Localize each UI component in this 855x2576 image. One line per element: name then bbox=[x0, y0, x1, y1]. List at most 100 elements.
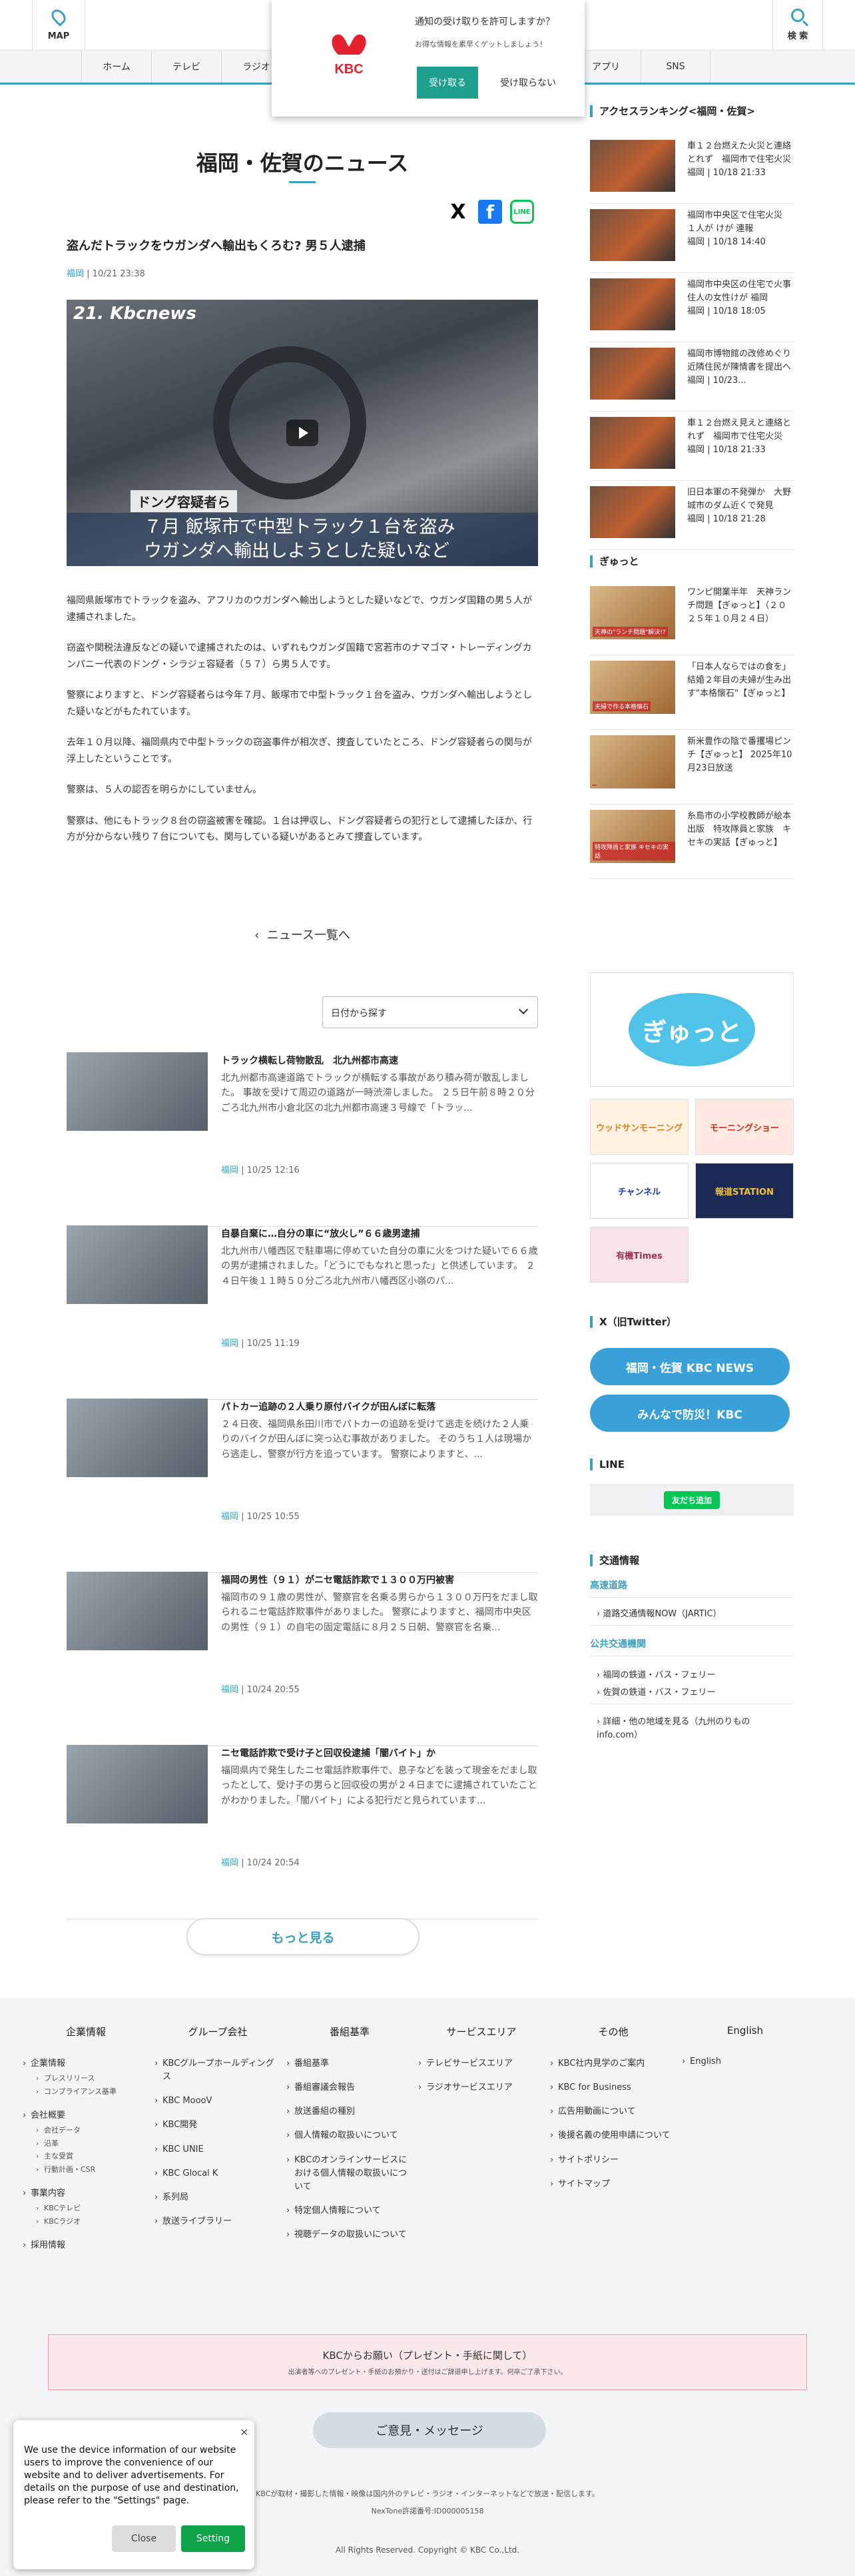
news-category[interactable]: 福岡 bbox=[221, 1339, 238, 1349]
line-add-friend[interactable]: 友だち追加 bbox=[590, 1484, 794, 1516]
gyutto-thumbnail[interactable]: 特攻隊員と家族 キセキの実話 bbox=[590, 810, 675, 863]
footer-link[interactable]: サイトマップ bbox=[550, 2178, 677, 2191]
news-thumbnail[interactable] bbox=[67, 1745, 208, 1823]
news-title[interactable]: ニセ電話詐欺で受け子と回収役逮捕「闇バイト」か bbox=[221, 1746, 538, 1760]
ranking-title[interactable]: 福岡市博物館の改修めぐり近隣住民が陳情書を提出へ bbox=[687, 348, 794, 374]
ranking-item[interactable]: 福岡市中央区の住宅で火事 住人の女性けが 福岡 福岡 | 10/18 18:05 bbox=[590, 278, 800, 342]
jartic-link[interactable]: › 道路交通情報NOW（JARTIC） bbox=[597, 1606, 722, 1619]
banner-yuki-times[interactable]: 有機Times bbox=[590, 1227, 689, 1283]
footer-link[interactable]: 採用情報 bbox=[23, 2239, 149, 2252]
nav-item[interactable]: ホーム bbox=[81, 51, 151, 83]
footer-link[interactable]: 視聴データの取扱いについて bbox=[286, 2228, 413, 2242]
cookie-setting-button[interactable]: Setting bbox=[181, 2525, 245, 2552]
footer-link[interactable]: 放送ライブラリー bbox=[154, 2215, 281, 2228]
ranking-title[interactable]: 旧日本軍の不発弾か 大野城市のダム近くで発見 bbox=[687, 486, 794, 513]
gyutto-title[interactable]: ワンピ開業半年 天神ランチ問題【ぎゅっと】（２０２５年１０月２４日） bbox=[687, 586, 794, 626]
footer-sub-link[interactable]: 会社データ bbox=[23, 2124, 149, 2137]
footer-link[interactable]: KBCのオンラインサービスにおける個人情報の取扱いについて bbox=[286, 2154, 413, 2194]
close-icon[interactable]: × bbox=[240, 2425, 248, 2438]
gyutto-item[interactable]: 夫婦で作る本格懐石 「日本人ならではの食を」結婚２年目の夫婦が生み出す"本格懐石"… bbox=[590, 661, 794, 730]
present-notice[interactable]: KBCからお願い（プレゼント・手紙に関して） 出演者等へのプレゼント・手紙のお預… bbox=[48, 2334, 807, 2390]
footer-link[interactable]: ラジオサービスエリア bbox=[418, 2081, 545, 2094]
gyutto-title[interactable]: 糸島市の小学校教師が絵本出版 特攻隊員と家族 キセキの実話【ぎゅっと】 bbox=[687, 810, 794, 850]
ranking-item[interactable]: 車１２台燃えた火災と連絡とれず 福岡市で住宅火災 福岡 | 10/18 21:33 bbox=[590, 140, 794, 204]
footer-link[interactable]: 会社概要 bbox=[23, 2109, 149, 2122]
footer-sub-link[interactable]: 沿革 bbox=[23, 2137, 149, 2150]
footer-link[interactable]: 個人情報の取扱いについて bbox=[286, 2129, 413, 2142]
banner-morning-show[interactable]: モーニングショー bbox=[695, 1099, 794, 1155]
saga-transit-link[interactable]: › 佐賀の鉄道・バス・フェリー bbox=[597, 1685, 715, 1698]
news-list-item[interactable]: 自暴自棄に…自分の車に“放火し”６６歳男逮捕 北九州市八幡西区で駐車場に停めていた… bbox=[67, 1225, 538, 1400]
opinion-button[interactable]: ご意見・メッセージ bbox=[313, 2412, 546, 2448]
news-title[interactable]: 自暴自棄に…自分の車に“放火し”６６歳男逮捕 bbox=[221, 1227, 538, 1240]
footer-link[interactable]: 事業内容 bbox=[23, 2187, 149, 2200]
footer-link[interactable]: KBC MoooV bbox=[154, 2094, 281, 2108]
footer-sub-link[interactable]: プレスリリース bbox=[23, 2072, 149, 2085]
article-category[interactable]: 福岡 bbox=[67, 269, 84, 279]
nav-item[interactable]: テレビ bbox=[151, 51, 221, 83]
date-select[interactable]: 日付から探す bbox=[322, 996, 538, 1028]
news-thumbnail[interactable] bbox=[67, 1052, 208, 1131]
footer-link[interactable]: 特定個人情報について bbox=[286, 2204, 413, 2218]
footer-link[interactable]: 企業情報 bbox=[23, 2057, 149, 2071]
footer-link[interactable]: サイトポリシー bbox=[550, 2154, 677, 2167]
share-x-icon[interactable]: X bbox=[446, 200, 470, 224]
news-category[interactable]: 福岡 bbox=[221, 1165, 238, 1175]
footer-link[interactable]: KBC for Business bbox=[550, 2081, 677, 2094]
ranking-thumbnail[interactable] bbox=[590, 140, 675, 192]
ranking-title[interactable]: 福岡市中央区で住宅火災 １人が けが 連報 bbox=[687, 209, 794, 236]
gyutto-item[interactable]: 天神の"ランチ問題"解決!? ワンピ開業半年 天神ランチ問題【ぎゅっと】（２０２５… bbox=[590, 586, 794, 655]
footer-link[interactable]: 広告用動画について bbox=[550, 2105, 677, 2118]
news-category[interactable]: 福岡 bbox=[221, 1685, 238, 1695]
footer-link[interactable]: English bbox=[682, 2055, 808, 2069]
cookie-close-button[interactable]: Close bbox=[112, 2525, 176, 2552]
news-title[interactable]: トラック横転し荷物散乱 北九州都市高速 bbox=[221, 1054, 538, 1067]
news-list-item[interactable]: 福岡の男性（９１）がニセ電話詐欺で１３００万円被害 福岡市の９１歳の男性が、警察官… bbox=[67, 1572, 538, 1746]
banner-houdou-station[interactable]: 報道STATION bbox=[695, 1163, 794, 1219]
nav-item[interactable]: SNS bbox=[641, 51, 711, 83]
ranking-thumbnail[interactable] bbox=[590, 417, 675, 469]
news-list-item[interactable]: ニセ電話詐欺で受け子と回収役逮捕「闇バイト」か 福岡県内で発生したニセ電話詐欺事件… bbox=[67, 1745, 538, 1919]
gyutto-title[interactable]: 新米豊作の陰で番攫場ピンチ【ぎゅっと】 2025年10月23日放送 bbox=[687, 735, 794, 775]
footer-link[interactable]: KBC開発 bbox=[154, 2118, 281, 2132]
ranking-thumbnail[interactable] bbox=[590, 209, 675, 261]
ranking-thumbnail[interactable] bbox=[590, 486, 675, 538]
news-list-item[interactable]: トラック横転し荷物散乱 北九州都市高速 北九州都市高速道路でトラックが横転する事故… bbox=[67, 1052, 538, 1227]
ranking-item[interactable]: 福岡市博物館の改修めぐり近隣住民が陳情書を提出へ 福岡 | 10/23... bbox=[590, 348, 794, 412]
gyutto-item[interactable]: 新米豊作の陰で番攫場ピンチ【ぎゅっと】 2025年10月23日放送 bbox=[590, 735, 794, 805]
fukuoka-transit-link[interactable]: › 福岡の鉄道・バス・フェリー bbox=[597, 1668, 715, 1680]
banner-channel[interactable]: チャンネル bbox=[590, 1163, 689, 1219]
ranking-thumbnail[interactable] bbox=[590, 348, 675, 400]
news-list-item[interactable]: パトカー追跡の２人乗り原付バイクが田んぼに転落 ２４日夜、福岡県糸田川市でパトカー… bbox=[67, 1399, 538, 1573]
ranking-item[interactable]: 旧日本軍の不発弾か 大野城市のダム近くで発見 福岡 | 10/18 21:28 bbox=[590, 486, 794, 550]
share-facebook-icon[interactable]: f bbox=[478, 200, 502, 224]
footer-link[interactable]: KBC社内見学のご案内 bbox=[550, 2057, 677, 2071]
footer-link[interactable]: 放送番組の種別 bbox=[286, 2105, 413, 2118]
footer-link[interactable]: KBC Glocal K bbox=[154, 2167, 281, 2180]
ranking-thumbnail[interactable] bbox=[590, 278, 675, 330]
footer-link[interactable]: 後援名義の使用申請について bbox=[550, 2129, 677, 2142]
ranking-item[interactable]: 車１２台燃え見えと連絡とれず 福岡市で住宅火災 福岡 | 10/18 21:33 bbox=[590, 417, 794, 481]
ranking-title[interactable]: 福岡市中央区の住宅で火事 住人の女性けが 福岡 bbox=[687, 278, 800, 305]
footer-link[interactable]: 系列局 bbox=[154, 2191, 281, 2204]
news-thumbnail[interactable] bbox=[67, 1572, 208, 1650]
news-title[interactable]: パトカー追跡の２人乗り原付バイクが田んぼに転落 bbox=[221, 1400, 538, 1413]
gyutto-banner[interactable]: ぎゅっと bbox=[590, 972, 794, 1087]
x-kbc-news-button[interactable]: 福岡・佐賀 KBC NEWS bbox=[590, 1348, 790, 1385]
footer-sub-link[interactable]: 主な受賞 bbox=[23, 2150, 149, 2163]
play-icon[interactable] bbox=[286, 420, 318, 446]
banner-wood-morning[interactable]: ウッドサンモーニング bbox=[590, 1099, 689, 1155]
gyutto-thumbnail[interactable]: 夫婦で作る本格懐石 bbox=[590, 661, 675, 714]
more-button[interactable]: もっと見る bbox=[186, 1918, 420, 1955]
gyutto-item[interactable]: 特攻隊員と家族 キセキの実話 糸島市の小学校教師が絵本出版 特攻隊員と家族 キセキ… bbox=[590, 810, 794, 879]
news-title[interactable]: 福岡の男性（９１）がニセ電話詐欺で１３００万円被害 bbox=[221, 1573, 538, 1586]
accept-button[interactable]: 受け取る bbox=[417, 67, 478, 99]
share-line-icon[interactable]: LINE bbox=[510, 200, 534, 224]
x-bousai-button[interactable]: みんなで防災！KBC bbox=[590, 1395, 790, 1432]
ranking-title[interactable]: 車１２台燃え見えと連絡とれず 福岡市で住宅火災 bbox=[687, 417, 794, 444]
article-video[interactable]: 21. Kbcnews ドング容疑者ら ７月 飯塚市で中型トラック１台を盗み ウ… bbox=[67, 300, 538, 566]
gyutto-thumbnail[interactable]: 天神の"ランチ問題"解決!? bbox=[590, 586, 675, 639]
footer-link[interactable]: 番組審議会報告 bbox=[286, 2081, 413, 2094]
traffic-detail-link[interactable]: › 詳細・他の地域を見る（九州のりものinfo.com） bbox=[597, 1716, 770, 1742]
gyutto-title[interactable]: 「日本人ならではの食を」結婚２年目の夫婦が生み出す"本格懐石"【ぎゅっと】 bbox=[687, 661, 794, 701]
